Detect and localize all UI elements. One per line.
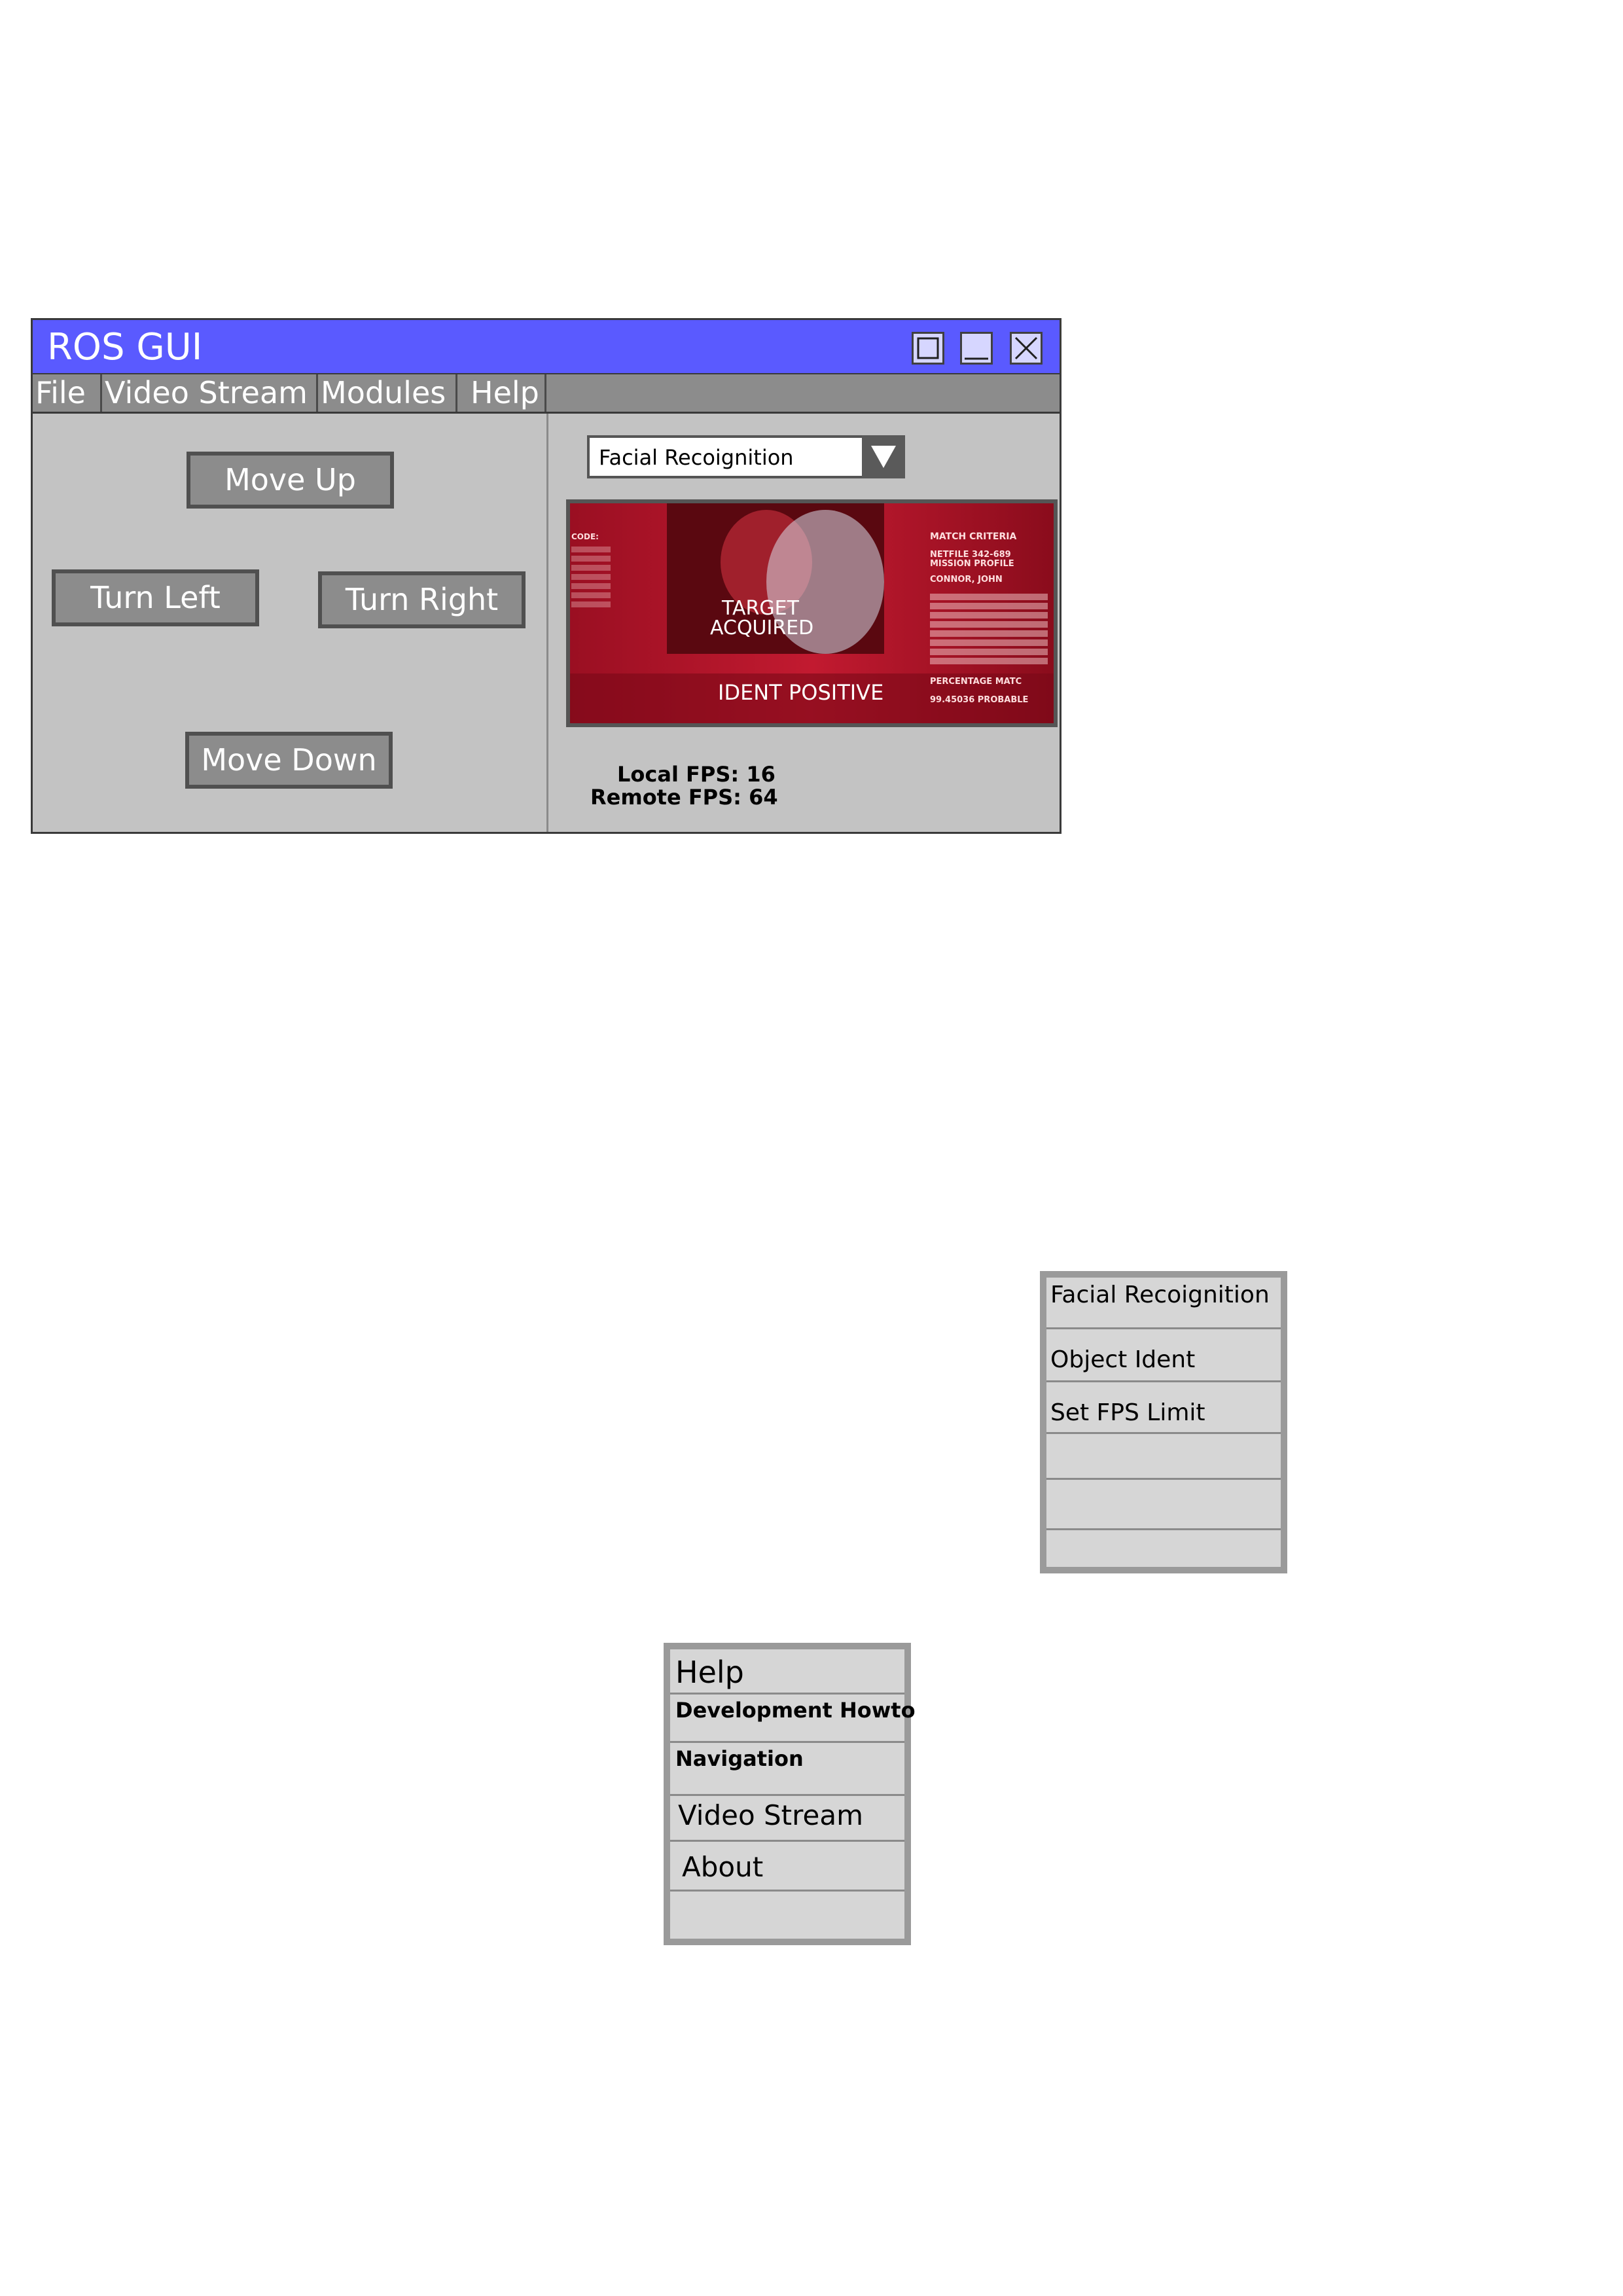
local-fps: Local FPS: 16	[617, 762, 776, 787]
menu-bar: File Video Stream Modules Help	[33, 374, 1060, 414]
modules-menu: Facial Recoignition Object Ident Set FPS…	[1040, 1271, 1287, 1573]
video-acquired: ACQUIRED	[710, 617, 813, 639]
turn-left-button[interactable]: Turn Left	[52, 569, 259, 626]
menu-video-stream[interactable]: Video Stream	[102, 374, 318, 412]
minimize-icon[interactable]	[960, 332, 993, 365]
chevron-down-icon[interactable]	[862, 435, 905, 478]
help-menu-item[interactable]: Navigation	[670, 1743, 904, 1796]
modules-menu-item[interactable]: Set FPS Limit	[1046, 1382, 1281, 1434]
ros-gui-window: ROS GUI File Video Stream Modules Help M…	[31, 318, 1061, 834]
video-match-criteria: MATCH CRITERIA	[930, 531, 1016, 542]
modules-menu-item[interactable]: Facial Recoignition	[1046, 1278, 1281, 1329]
modules-menu-item[interactable]	[1046, 1434, 1281, 1480]
maximize-icon[interactable]	[912, 332, 944, 365]
help-menu-item[interactable]	[670, 1892, 904, 1939]
title-bar[interactable]: ROS GUI	[33, 320, 1060, 374]
video-probable: 99.45036 PROBABLE	[930, 695, 1028, 705]
help-menu-item[interactable]: Development Howto	[670, 1695, 916, 1743]
help-menu-item[interactable]: About	[670, 1842, 904, 1892]
menu-modules[interactable]: Modules	[318, 374, 457, 412]
pane-divider	[546, 414, 548, 832]
video-mission-profile: MISSION PROFILE	[930, 559, 1014, 569]
help-menu-item[interactable]: Video Stream	[670, 1796, 904, 1842]
video-subject-name: CONNOR, JOHN	[930, 575, 1003, 584]
window-title: ROS GUI	[47, 326, 203, 368]
modules-menu-item[interactable]: Object Ident	[1046, 1329, 1281, 1382]
help-menu-header[interactable]: Help	[670, 1649, 904, 1695]
module-select[interactable]: Facial Recoignition	[587, 435, 905, 478]
move-down-button[interactable]: Move Down	[185, 732, 393, 789]
video-ident-positive: IDENT POSITIVE	[718, 680, 883, 705]
modules-menu-item[interactable]	[1046, 1480, 1281, 1530]
module-select-value: Facial Recoignition	[599, 445, 794, 470]
help-menu: Help Development Howto Navigation Video …	[664, 1643, 916, 1945]
turn-right-button[interactable]: Turn Right	[318, 571, 526, 628]
video-code-label: CODE:	[571, 532, 599, 541]
modules-menu-item[interactable]	[1046, 1530, 1281, 1567]
video-percentage: PERCENTAGE MATC	[930, 677, 1022, 687]
close-icon[interactable]	[1010, 332, 1043, 365]
move-up-button[interactable]: Move Up	[187, 452, 394, 509]
menu-file[interactable]: File	[33, 374, 102, 412]
video-frame: CODE: MATCH CRITERIA NETFILE 342-689 MIS…	[570, 503, 1054, 723]
menu-help[interactable]: Help	[457, 374, 546, 412]
remote-fps: Remote FPS: 64	[590, 785, 778, 810]
video-stream-view: CODE: MATCH CRITERIA NETFILE 342-689 MIS…	[566, 499, 1058, 727]
video-netfile: NETFILE 342-689	[930, 550, 1011, 560]
